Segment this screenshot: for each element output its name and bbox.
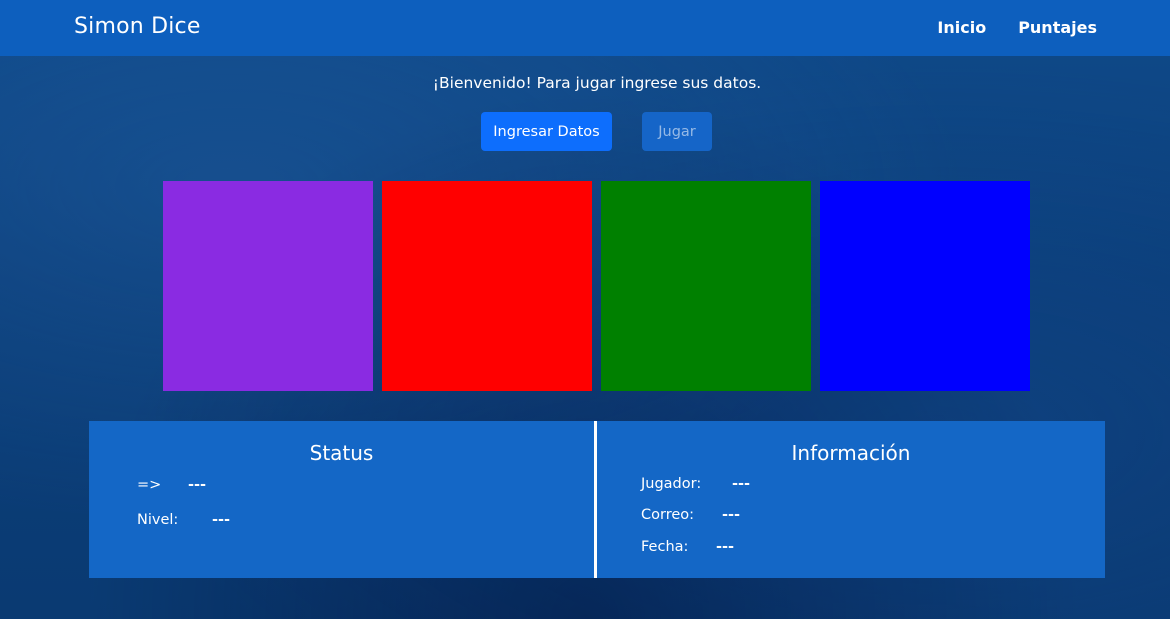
status-level-value: ---	[212, 512, 231, 528]
status-arrow-label: =>	[137, 477, 162, 493]
pad-red[interactable]	[382, 181, 592, 391]
bottom-panels: Status => --- Nivel: --- Información Jug…	[89, 421, 1105, 578]
info-player-row: Jugador: ---	[641, 476, 750, 492]
info-date-label: Fecha:	[641, 539, 689, 555]
pad-green[interactable]	[601, 181, 811, 391]
pad-blue[interactable]	[820, 181, 1030, 391]
nav-links: Inicio Puntajes	[937, 18, 1097, 37]
status-arrow-row: => ---	[137, 477, 206, 493]
info-title: Información	[791, 441, 911, 465]
info-player-label: Jugador:	[641, 476, 702, 492]
play-button[interactable]: Jugar	[642, 112, 712, 151]
status-title: Status	[309, 441, 374, 465]
enter-data-button[interactable]: Ingresar Datos	[481, 112, 612, 151]
welcome-message: ¡Bienvenido! Para jugar ingrese sus dato…	[432, 74, 762, 92]
status-arrow-value: ---	[188, 477, 207, 493]
status-level-row: Nivel: ---	[137, 512, 230, 528]
nav-link-puntajes[interactable]: Puntajes	[1018, 18, 1097, 37]
pad-purple[interactable]	[163, 181, 373, 391]
brand-link[interactable]: Simon Dice	[74, 14, 201, 39]
status-panel: Status => --- Nivel: ---	[89, 421, 594, 578]
info-email-value: ---	[722, 507, 741, 523]
navbar: Simon Dice Inicio Puntajes	[0, 0, 1170, 56]
info-email-label: Correo:	[641, 507, 695, 523]
status-level-label: Nivel:	[137, 512, 179, 528]
info-date-value: ---	[716, 539, 735, 555]
info-panel: Información Jugador: --- Correo: --- Fec…	[597, 421, 1105, 578]
info-date-row: Fecha: ---	[641, 539, 734, 555]
info-email-row: Correo: ---	[641, 507, 740, 523]
info-player-value: ---	[732, 476, 751, 492]
nav-link-inicio[interactable]: Inicio	[937, 18, 986, 37]
